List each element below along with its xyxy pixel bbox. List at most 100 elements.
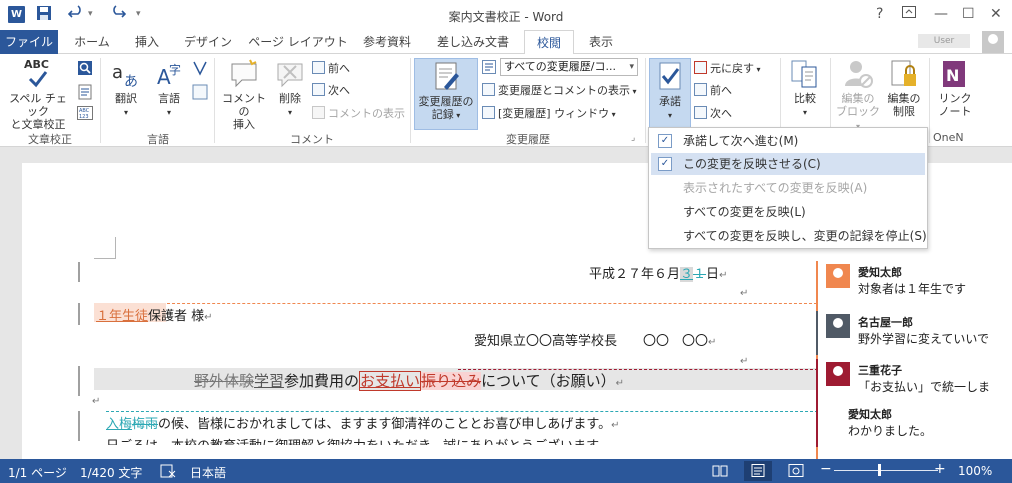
show-markup-dropdown-icon: ▾ — [630, 87, 637, 96]
spelling-grammar-button[interactable]: ABC スペル チェック と文章校正 — [4, 58, 72, 131]
date-prefix: 平成２７年６月 — [589, 267, 681, 282]
proofing-status-icon[interactable] — [160, 464, 176, 481]
subject-line[interactable]: 野外体験学習参加費用のお支払い振り込みについて（お願い）↵ — [194, 370, 624, 391]
tab-references[interactable]: 参考資料 — [354, 30, 420, 54]
language-option-icon[interactable] — [192, 60, 208, 79]
linked-notes-label-1: リンク — [938, 92, 972, 105]
body-rest: の候、皆様におかれましては、ますます御清祥のこととお喜び申しあげます。 — [158, 417, 612, 432]
web-layout-icon[interactable] — [788, 464, 804, 480]
spelling-label-2: と文章校正 — [10, 118, 66, 131]
translate-dropdown-icon: ▾ — [123, 108, 128, 117]
comment-author: 三重花子 — [858, 364, 902, 377]
comment-bar — [816, 311, 818, 355]
zoom-in-button[interactable]: + — [934, 461, 946, 477]
print-layout-icon[interactable] — [744, 461, 772, 481]
sender-text: 愛知県立〇〇高等学校長 〇〇 〇〇 — [474, 334, 709, 349]
zoom-slider-thumb[interactable] — [878, 464, 881, 476]
user-name[interactable]: User — [918, 34, 970, 48]
delete-comment-button[interactable]: 削除 ▾ — [272, 58, 308, 119]
window-title: 案内文書校正 - Word — [448, 10, 564, 24]
menu-accept-all-shown[interactable]: 表示されたすべての変更を反映(A) — [651, 177, 925, 199]
word-count[interactable]: 1/420 文字 — [80, 464, 142, 481]
menu-accept-this-change[interactable]: ✓ この変更を反映させる(C) — [651, 153, 925, 175]
word-count-icon[interactable]: ABC 123 — [77, 106, 93, 123]
tab-insert[interactable]: 挿入 — [122, 30, 172, 54]
comment-text: 「お支払い」で統一しま — [858, 380, 991, 394]
pilcrow-mark: ↵ — [92, 396, 101, 407]
body-line-1[interactable]: 入梅梅雨の候、皆様におかれましては、ますます御清祥のこととお喜び申しあげます。↵ — [106, 413, 619, 432]
minimize-button[interactable]: — — [934, 6, 948, 22]
subject-inserted-2: お支払い — [359, 371, 422, 391]
empty-paragraph: ↵ — [740, 353, 748, 368]
linked-notes-button[interactable]: N リンク ノート — [933, 58, 977, 118]
new-comment-button[interactable]: コメントの 挿入 — [218, 58, 270, 131]
sender-line[interactable]: 愛知県立〇〇高等学校長 〇〇 〇〇↵ — [474, 330, 716, 349]
translate-label: 翻訳 — [115, 92, 137, 105]
tracking-group-label: 変更履歴 — [506, 133, 550, 146]
body-deleted: 梅雨 — [132, 417, 159, 432]
zoom-out-button[interactable]: − — [820, 461, 832, 477]
block-authors-button[interactable]: 編集の ブロック ▾ — [834, 58, 882, 133]
chinese-conversion-icon[interactable] — [192, 84, 208, 103]
tab-design[interactable]: デザイン — [176, 30, 240, 54]
tab-view[interactable]: 表示 — [578, 30, 624, 54]
read-mode-icon[interactable] — [712, 464, 728, 480]
show-markup-label: 変更履歴とコメントの表示 — [498, 84, 630, 97]
tab-file[interactable]: ファイル — [0, 30, 58, 54]
comment-reply[interactable]: 愛知太郎 わかりました。 — [816, 403, 994, 447]
menu-label: すべての変更を反映(L) — [683, 205, 806, 219]
compare-button[interactable]: 比較 ▾ — [784, 58, 826, 119]
research-icon[interactable] — [77, 60, 93, 79]
previous-change-button[interactable]: 前へ — [694, 82, 732, 100]
body-line-2[interactable]: 日ごろは、本校の教育活動に御理解と御協力をいただき、誠にありがとうございます。 — [106, 435, 611, 445]
show-comments-button[interactable]: コメントの表示 — [312, 105, 405, 123]
language-button[interactable]: A字 言語 ▾ — [148, 58, 190, 119]
show-markup-button[interactable]: 変更履歴とコメントの表示 ▾ — [482, 82, 637, 100]
page-count[interactable]: 1/1 ページ — [8, 464, 67, 481]
tracking-options-launcher-icon[interactable]: ⌟ — [631, 133, 635, 143]
menu-accept-and-next[interactable]: ✓ 承諾して次へ進む(M) — [651, 130, 925, 152]
tab-review[interactable]: 校閲 — [524, 30, 574, 55]
separator — [645, 58, 646, 143]
language-status[interactable]: 日本語 — [190, 464, 226, 481]
help-button[interactable]: ? — [876, 6, 883, 22]
restrict-editing-button[interactable]: 編集の 制限 — [882, 58, 926, 118]
menu-label: すべての変更を反映し、変更の記録を停止(S) — [683, 229, 927, 243]
user-avatar[interactable] — [982, 31, 1004, 53]
reject-button[interactable]: 元に戻す ▾ — [694, 60, 761, 78]
zoom-slider-track[interactable] — [834, 470, 938, 471]
thesaurus-icon[interactable] — [77, 84, 93, 103]
reviewing-pane-button[interactable]: [変更履歴] ウィンドウ ▾ — [482, 105, 616, 123]
zoom-level[interactable]: 100% — [958, 464, 992, 478]
tab-home[interactable]: ホーム — [64, 30, 120, 54]
new-comment-icon — [228, 58, 260, 90]
display-for-review-select[interactable]: すべての変更履歴/コ... ▾ — [500, 58, 638, 76]
ribbon-display-icon[interactable] — [902, 6, 916, 22]
tab-page-layout[interactable]: ページ レイアウト — [244, 30, 352, 54]
language-group-label: 言語 — [147, 133, 169, 146]
comment-3[interactable]: 三重花子 「お支払い」で統一しま — [816, 359, 994, 403]
menu-accept-all-stop-tracking[interactable]: すべての変更を反映し、変更の記録を停止(S) — [651, 225, 927, 247]
tab-mailings[interactable]: 差し込み文書 — [426, 30, 520, 54]
restrict-editing-label-2: 制限 — [893, 105, 915, 118]
next-change-button[interactable]: 次へ — [694, 105, 732, 123]
track-changes-button[interactable]: 変更履歴の 記録 ▾ — [414, 58, 478, 130]
next-comment-button[interactable]: 次へ — [312, 82, 350, 100]
language-label: 言語 — [158, 92, 180, 105]
change-bar — [78, 411, 80, 441]
translate-button[interactable]: aあ 翻訳 ▾ — [104, 58, 148, 119]
accept-button[interactable]: 承諾 ▾ — [649, 58, 691, 130]
previous-comment-button[interactable]: 前へ — [312, 60, 350, 78]
comment-connector — [458, 369, 818, 370]
display-for-review-value: すべての変更履歴/コ... — [504, 60, 616, 73]
maximize-button[interactable]: ☐ — [962, 6, 975, 22]
comment-2[interactable]: 名古屋一郎 野外学習に変えていいで — [816, 311, 994, 355]
next-comment-icon — [312, 83, 325, 96]
svg-text:123: 123 — [79, 114, 89, 120]
menu-accept-all[interactable]: すべての変更を反映(L) — [651, 201, 925, 223]
close-button[interactable]: ✕ — [990, 6, 1002, 22]
date-line[interactable]: 平成２７年６月３１日↵ — [589, 263, 727, 282]
comment-1[interactable]: 愛知太郎 対象者は１年生です — [816, 261, 994, 305]
addressee-line[interactable]: １年生徒保護者 様↵ — [96, 305, 213, 324]
accept-dropdown-menu: ✓ 承諾して次へ進む(M) ✓ この変更を反映させる(C) 表示されたすべての変更を… — [648, 127, 928, 249]
